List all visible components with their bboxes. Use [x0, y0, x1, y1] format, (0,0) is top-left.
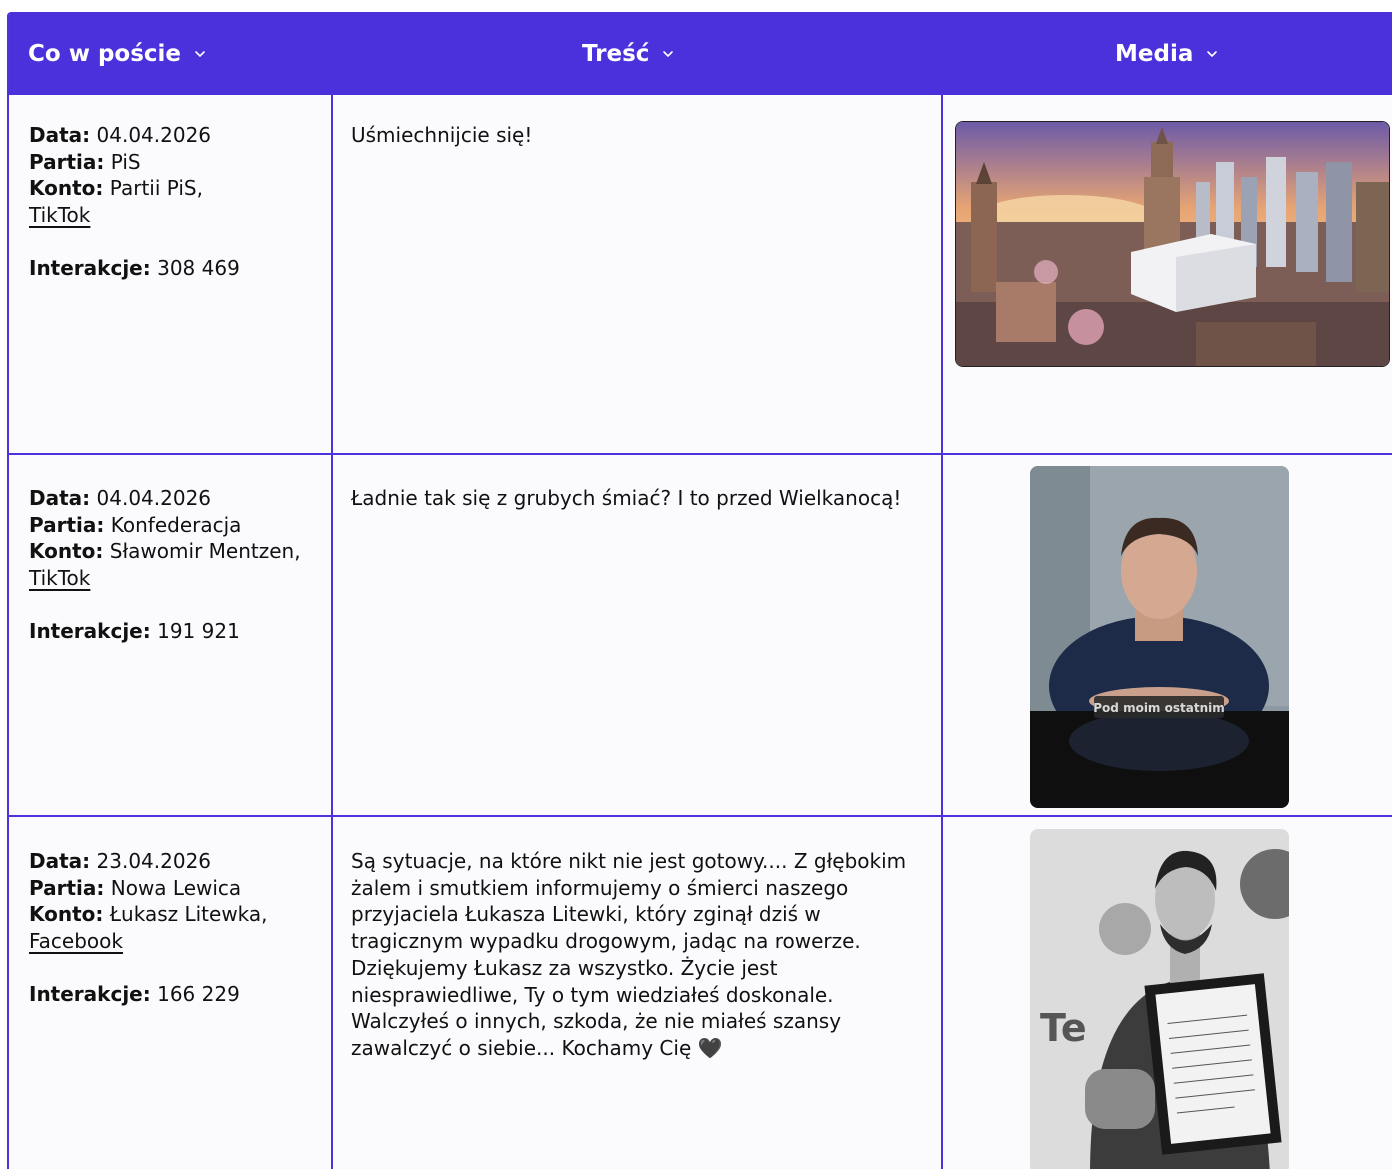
platform-link[interactable]: Facebook — [29, 929, 123, 953]
post-meta: Data: 04.04.2026 Partia: Konfederacja Ko… — [29, 485, 301, 645]
post-media-photo[interactable]: Te — [1030, 829, 1289, 1169]
post-date: 04.04.2026 — [96, 486, 212, 510]
post-interactions: 308 469 — [157, 256, 240, 280]
post-media-image[interactable] — [955, 121, 1390, 367]
party-label: Partia: — [29, 512, 105, 537]
column-header-post[interactable]: Co w poście — [28, 12, 207, 95]
interactions-label: Interakcje: — [29, 982, 151, 1006]
chevron-down-icon — [663, 50, 674, 57]
party-label: Partia: — [29, 149, 105, 174]
post-text: Ładnie tak się z grubych śmiać? I to prz… — [351, 486, 902, 510]
post-account: Łukasz Litewka, — [109, 902, 268, 926]
interactions-label: Interakcje: — [29, 256, 151, 280]
post-meta: Data: 23.04.2026 Partia: Nowa Lewica Kon… — [29, 848, 268, 1008]
date-label: Data: — [29, 123, 91, 147]
column-header-content[interactable]: Treść — [582, 12, 675, 95]
posts-table: Co w poście Treść Media Data: 04.04.2026… — [7, 12, 1392, 1169]
post-media-video-thumbnail[interactable]: Pod moim ostatnim — [1030, 466, 1289, 808]
post-interactions: 191 921 — [157, 619, 240, 643]
post-party: PiS — [110, 149, 141, 174]
chevron-down-icon — [195, 50, 205, 57]
post-text: Są sytuacje, na które nikt nie jest goto… — [351, 849, 907, 1060]
post-meta: Data: 04.04.2026 Partia: PiS Konto: Part… — [29, 122, 240, 282]
video-caption: Pod moim ostatnim — [1093, 701, 1224, 715]
row-divider — [9, 815, 1392, 817]
column-divider — [331, 95, 333, 1169]
post-account: Partii PiS, — [109, 176, 203, 200]
post-interactions: 166 229 — [157, 982, 240, 1006]
account-label: Konto: — [29, 902, 104, 926]
chevron-down-icon — [1207, 50, 1218, 57]
column-header-media[interactable]: Media — [1115, 12, 1219, 95]
row-divider — [9, 453, 1392, 455]
interactions-label: Interakcje: — [29, 619, 151, 643]
party-label: Partia: — [29, 875, 105, 900]
post-party: Nowa Lewica — [110, 875, 242, 900]
column-divider — [941, 95, 943, 1169]
column-header-label: Media — [1115, 40, 1194, 67]
post-party: Konfederacja — [110, 512, 242, 537]
post-text: Uśmiechnijcie się! — [351, 123, 533, 147]
date-label: Data: — [29, 849, 91, 873]
account-label: Konto: — [29, 176, 104, 200]
column-header-label: Treść — [582, 40, 650, 67]
post-date: 04.04.2026 — [96, 123, 212, 147]
platform-link[interactable]: TikTok — [29, 566, 90, 590]
platform-link[interactable]: TikTok — [29, 203, 90, 227]
table-header: Co w poście Treść Media — [9, 12, 1392, 95]
account-label: Konto: — [29, 539, 104, 563]
photo-background-text: Te — [1040, 1006, 1087, 1050]
column-header-label: Co w poście — [28, 40, 182, 67]
post-date: 23.04.2026 — [96, 849, 212, 873]
date-label: Data: — [29, 486, 91, 510]
post-account: Sławomir Mentzen, — [109, 539, 301, 563]
